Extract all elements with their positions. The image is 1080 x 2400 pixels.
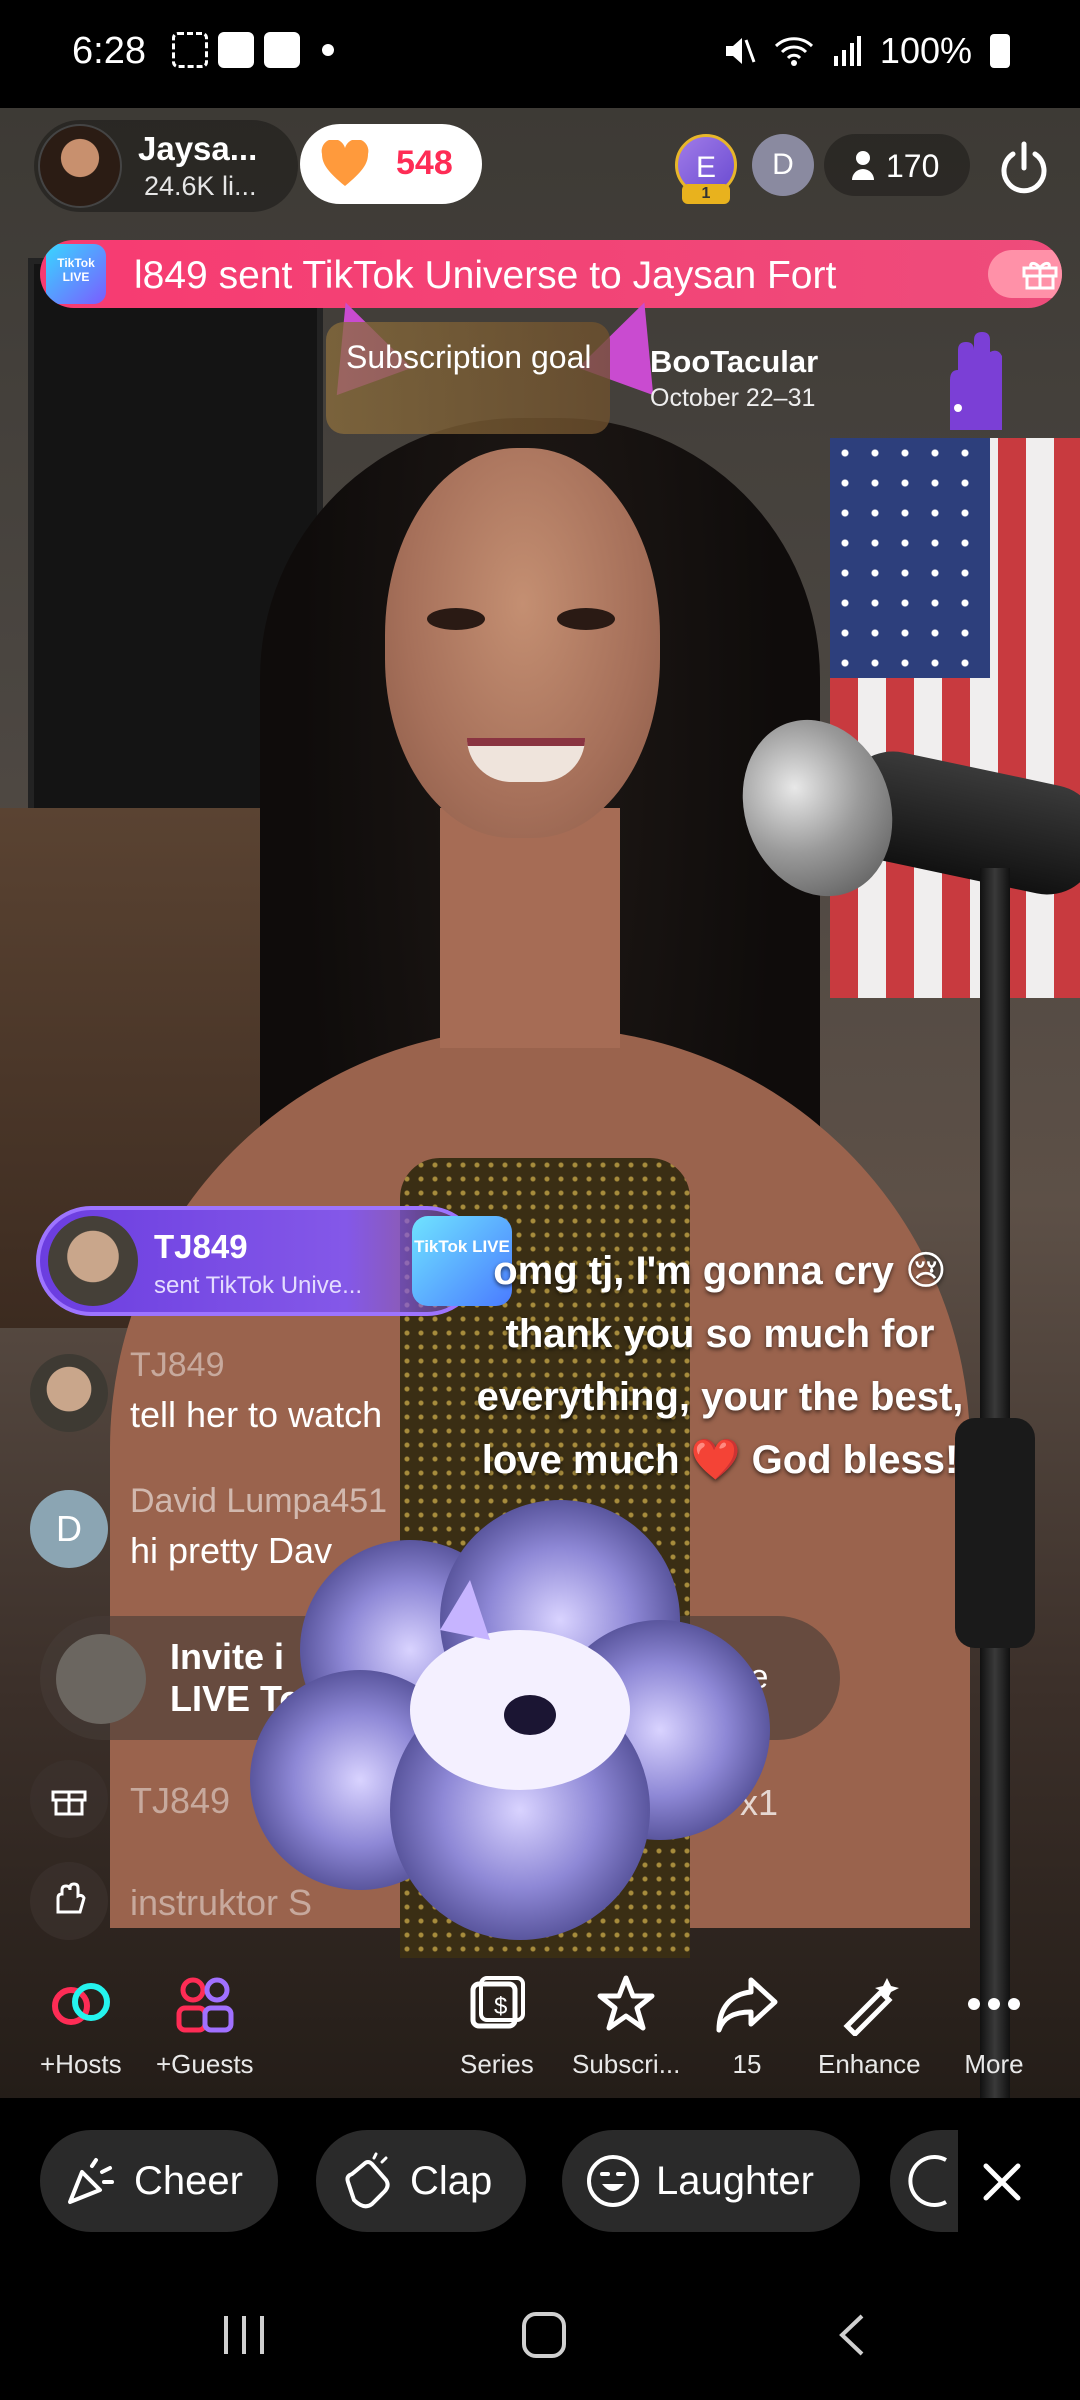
reaction-bar: Cheer Clap Laughter [0,2098,1080,2268]
gift-icon [51,1790,87,1816]
add-guests-button[interactable]: +Guests [156,1972,254,2080]
background-flag [830,438,1080,998]
chat-username[interactable]: TJ849 [130,1346,225,1385]
series-icon: $ [470,1976,525,2029]
reaction-label: Cheer [134,2158,243,2203]
screenshot-icon [172,32,208,68]
cloud-gift-animation [250,1500,770,1940]
gift-row-icon [30,1760,108,1838]
host-profile-pill[interactable]: Jaysa... 24.6K li... [34,120,298,212]
enhance-button[interactable]: Enhance [818,1972,921,2080]
top-viewer-avatar[interactable]: D [752,134,814,196]
ticker-gift-button[interactable] [988,250,1062,298]
goal-label: Subscription goal [346,339,592,375]
power-icon[interactable] [996,140,1052,196]
tool-label: +Hosts [40,2049,122,2079]
signal-icon [833,36,861,66]
person-icon [852,151,874,180]
gift-ticker-banner[interactable]: TikTok LIVE l849 sent TikTok Universe to… [40,240,1062,308]
more-button[interactable]: More [962,1972,1026,2080]
status-left-icons [172,32,334,68]
gift-icon [1022,261,1058,290]
gift-notification-banner[interactable]: TJ849 sent TikTok Unive... TikTok LIVE [36,1206,512,1316]
event-dates: October 22–31 [650,384,816,412]
mute-icon [725,38,756,64]
clap-icon [345,2152,390,2209]
hosts-icon [51,1983,110,2025]
event-title[interactable]: BooTacular [650,344,818,380]
tool-label: Subscri... [572,2049,681,2079]
witch-hand-icon[interactable] [928,330,1018,440]
svg-text:$: $ [494,1993,507,2020]
home-icon[interactable] [520,2312,568,2358]
series-button[interactable]: $ Series [460,1972,534,2080]
share-button[interactable]: 15 [715,1972,779,2080]
battery-text: 100% [879,30,972,71]
streamer-overlay-message: omg tj, I'm gonna cry 😢 thank you so muc… [476,1249,964,1482]
status-bar: 6:28 100% [0,0,1080,108]
share-icon [716,1977,778,2033]
more-reactions-button[interactable] [890,2130,958,2232]
system-nav-bar [0,2268,1080,2400]
cheer-icon [68,2158,114,2204]
laughter-icon [587,2155,639,2207]
app-icon [218,32,254,68]
chat-avatar[interactable]: D [30,1490,108,1568]
host-name: Jaysa... [138,130,258,167]
tool-label: Series [460,2049,534,2079]
tool-label: More [964,2049,1024,2079]
chat-avatar[interactable] [30,1354,108,1432]
status-time: 6:28 [72,30,146,72]
ticker-text: l849 sent TikTok Universe to Jaysan Fort [134,254,837,297]
invite-avatar [56,1634,146,1724]
chat-text: tell her to watch [130,1394,383,1435]
wave-hand-icon [56,1882,86,1914]
more-icon [968,1998,1020,2010]
subscription-goal-card[interactable]: Subscription goal [326,322,610,434]
laughter-reaction-button[interactable]: Laughter [562,2130,860,2232]
status-right-icons: 100% [722,30,1010,72]
close-icon[interactable] [980,2160,1024,2204]
like-count: 548 [396,144,453,182]
tool-label: +Guests [156,2049,254,2079]
like-counter-button[interactable]: 548 [300,124,482,204]
tiktok-live-logo: TikTok LIVE [46,244,106,304]
guests-icon [176,1977,234,2033]
back-icon[interactable] [832,2312,872,2358]
cheer-reaction-button[interactable]: Cheer [40,2130,278,2232]
enhance-icon [843,1978,900,2038]
subscription-icon [597,1975,655,2031]
gift-sender-name: TJ849 [154,1228,248,1265]
add-hosts-button[interactable]: +Hosts [40,1972,122,2080]
tool-label: 15 [732,2049,762,2079]
emoji-icon [908,2155,947,2207]
gift-description: sent TikTok Unive... [154,1272,363,1299]
wave-row-icon [30,1862,108,1940]
dot-icon [322,44,334,56]
subscription-button[interactable]: Subscri... [572,1972,680,2080]
streamer-face [385,448,660,838]
tool-label: Enhance [818,2049,921,2079]
streamer-neck [440,808,620,1048]
reaction-label: Laughter [656,2158,814,2203]
viewer-count: 170 [886,148,940,184]
wifi-icon [774,37,813,66]
gift-sender-avatar[interactable] [48,1216,138,1306]
recent-apps-icon[interactable] [220,2312,268,2358]
reaction-label: Clap [410,2158,493,2203]
host-likes: 24.6K li... [144,171,257,201]
clap-reaction-button[interactable]: Clap [316,2130,526,2232]
heart-icon [321,140,369,186]
battery-icon [990,34,1010,68]
viewer-rank-badge: 1 [682,184,730,204]
viewer-count-button[interactable]: 170 [824,134,970,196]
app-icon [264,32,300,68]
host-avatar[interactable] [38,124,122,208]
system-gift-text: TJ849 [130,1780,231,1821]
